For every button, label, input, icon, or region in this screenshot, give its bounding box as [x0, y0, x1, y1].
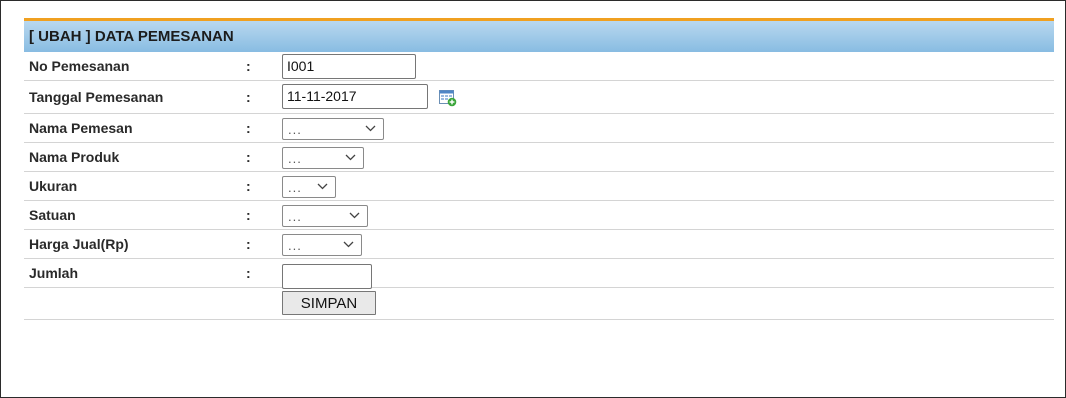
no-pemesanan-input[interactable]: I001 [282, 54, 416, 79]
selected-option: ... [288, 209, 302, 224]
colon: : [246, 89, 251, 105]
selected-option: ... [288, 122, 302, 137]
selected-option: ... [288, 180, 302, 195]
nama-produk-label: Nama Produk [29, 149, 120, 165]
jumlah-input[interactable] [282, 264, 372, 289]
chevron-down-icon [345, 151, 356, 166]
row-harga-jual: Harga Jual(Rp) : ... [24, 230, 1054, 259]
satuan-label: Satuan [29, 207, 76, 223]
colon: : [246, 58, 251, 74]
no-pemesanan-label: No Pemesanan [29, 58, 130, 74]
colon: : [246, 178, 251, 194]
form-title: [ UBAH ] DATA PEMESANAN [24, 18, 1054, 52]
tanggal-pemesanan-input[interactable]: 11-11-2017 [282, 84, 428, 109]
row-nama-pemesan: Nama Pemesan : ... [24, 114, 1054, 143]
chevron-down-icon [365, 122, 376, 137]
selected-option: ... [288, 151, 302, 166]
harga-jual-label: Harga Jual(Rp) [29, 236, 129, 252]
row-ukuran: Ukuran : ... [24, 172, 1054, 201]
nama-pemesan-select[interactable]: ... [282, 118, 384, 140]
chevron-down-icon [349, 209, 360, 224]
tanggal-pemesanan-label: Tanggal Pemesanan [29, 89, 164, 105]
row-jumlah: Jumlah : [24, 259, 1054, 289]
ukuran-select[interactable]: ... [282, 176, 336, 198]
colon: : [246, 236, 251, 252]
colon: : [246, 207, 251, 223]
nama-produk-select[interactable]: ... [282, 147, 364, 169]
nama-pemesan-label: Nama Pemesan [29, 120, 133, 136]
colon: : [246, 149, 251, 165]
row-no-pemesanan: No Pemesanan : I001 [24, 52, 1054, 81]
colon: : [246, 265, 251, 281]
selected-option: ... [288, 238, 302, 253]
chevron-down-icon [343, 238, 354, 253]
row-tanggal-pemesanan: Tanggal Pemesanan : 11-11-2017 [24, 81, 1054, 114]
row-satuan: Satuan : ... [24, 201, 1054, 230]
order-edit-form: [ UBAH ] DATA PEMESANAN No Pemesanan : I… [24, 18, 1054, 320]
harga-jual-select[interactable]: ... [282, 234, 362, 256]
simpan-button[interactable]: SIMPAN [282, 291, 376, 315]
ukuran-label: Ukuran [29, 178, 78, 194]
row-nama-produk: Nama Produk : ... [24, 143, 1054, 172]
colon: : [246, 120, 251, 136]
calendar-add-icon[interactable] [439, 90, 457, 112]
row-submit: SIMPAN [24, 288, 1054, 320]
jumlah-label: Jumlah [29, 265, 79, 281]
chevron-down-icon [317, 180, 328, 195]
satuan-select[interactable]: ... [282, 205, 368, 227]
